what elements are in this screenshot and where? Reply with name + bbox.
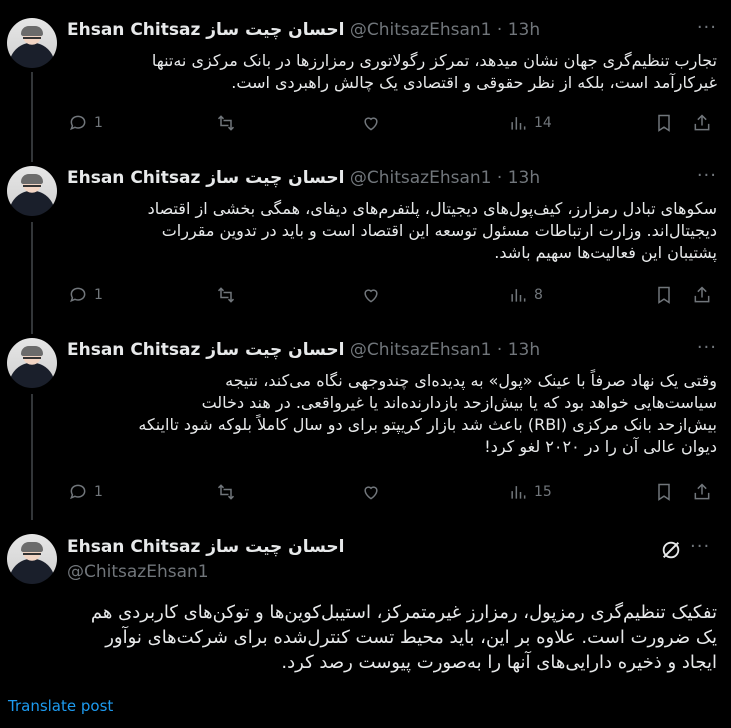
timestamp[interactable]: 13h: [508, 168, 540, 188]
like-button[interactable]: [361, 482, 381, 502]
retweet-button[interactable]: [216, 113, 236, 133]
tweet-text-line: غیرکارآمد است، بلکه از نظر حقوقی و اقتصا…: [231, 73, 717, 92]
tweet-text-line: تجارب تنظیم‌گری جهان نشان میدهد، تمرکز ر…: [151, 51, 717, 70]
retweet-icon: [217, 484, 235, 500]
main-display-name[interactable]: Ehsan Chitsaz احسان چیت ساز: [67, 536, 671, 558]
views-count: 15: [534, 484, 552, 500]
like-button[interactable]: [361, 113, 381, 133]
retweet-button[interactable]: [216, 285, 236, 305]
grok-icon[interactable]: [660, 539, 682, 561]
tweet-text: تجارب تنظیم‌گری جهان نشان میدهد، تمرکز ر…: [67, 50, 717, 94]
share-button[interactable]: [692, 113, 712, 133]
thread-tweet[interactable]: Ehsan Chitsaz احسان چیت ساز @ChitsazEhsa…: [0, 332, 731, 518]
tweet-text: سکوهای تبادل رمزارز، کیف‌پول‌های دیجیتال…: [67, 198, 717, 264]
tweet-header: Ehsan Chitsaz احسان چیت ساز @ChitsazEhsa…: [67, 167, 671, 189]
tweet-text-line: پشتیبان این فعالیت‌ها سهیم باشد.: [494, 243, 717, 262]
tweet-text-line: بیش‌ازحد بانک مرکزی (RBI) باعث شد بازار …: [138, 415, 717, 434]
avatar[interactable]: [7, 534, 57, 584]
bookmark-icon: [658, 483, 670, 501]
reply-button[interactable]: 1: [68, 285, 103, 305]
separator: ·: [496, 168, 503, 188]
tweet-text-line: سیاست‌هایی خواهد بود که یا بیش‌ازحد بازد…: [201, 393, 717, 412]
separator: ·: [496, 340, 503, 360]
bookmark-button[interactable]: [654, 113, 674, 133]
avatar[interactable]: [7, 166, 57, 216]
tweet-text-line: ایجاد و ذخیره دارایی‌های آنها را به‌صورت…: [281, 652, 717, 673]
more-dots-icon[interactable]: ···: [690, 536, 710, 557]
tweet-text: وقتی یک نهاد صرفاً با عینک «پول» به پدید…: [67, 370, 717, 458]
share-button[interactable]: [692, 285, 712, 305]
action-bar: 1 15: [0, 482, 731, 504]
bookmark-button[interactable]: [654, 482, 674, 502]
views-icon: [511, 117, 526, 130]
retweet-icon: [217, 287, 235, 303]
display-name[interactable]: Ehsan Chitsaz احسان چیت ساز: [67, 168, 344, 188]
views-button[interactable]: 14: [508, 113, 552, 133]
tweet-text-line: تفکیک تنظیم‌گری رمزپول، رمزارز غیرمتمرکز…: [90, 602, 717, 623]
display-name[interactable]: Ehsan Chitsaz احسان چیت ساز: [67, 340, 344, 360]
timestamp[interactable]: 13h: [508, 340, 540, 360]
main-tweet-text: تفکیک تنظیم‌گری رمزپول، رمزارز غیرمتمرکز…: [14, 600, 717, 675]
bookmark-icon: [658, 286, 670, 304]
share-icon: [694, 114, 710, 131]
action-bar: 1 8: [0, 285, 731, 307]
user-handle[interactable]: @ChitsazEhsan1: [350, 168, 492, 188]
avatar[interactable]: [7, 338, 57, 388]
more-dots-icon[interactable]: ···: [697, 17, 717, 38]
user-handle[interactable]: @ChitsazEhsan1: [350, 20, 492, 40]
like-button[interactable]: [361, 285, 381, 305]
separator: ·: [496, 20, 503, 40]
views-icon: [511, 289, 526, 302]
tweet-text-line: سکوهای تبادل رمزارز، کیف‌پول‌های دیجیتال…: [147, 199, 717, 218]
user-handle[interactable]: @ChitsazEhsan1: [67, 562, 209, 582]
tweet-header: Ehsan Chitsaz احسان چیت ساز @ChitsazEhsa…: [67, 19, 671, 41]
share-icon: [694, 286, 710, 303]
share-icon: [694, 483, 710, 500]
share-button[interactable]: [692, 482, 712, 502]
retweet-icon: [217, 115, 235, 131]
tweet-text-line: دیجیتال‌اند. وزارت ارتباطات مسئول توسعه …: [161, 221, 717, 240]
reply-icon: [70, 287, 86, 303]
views-icon: [511, 486, 526, 499]
tweet-text-line: وقتی یک نهاد صرفاً با عینک «پول» به پدید…: [225, 371, 717, 390]
timestamp[interactable]: 13h: [508, 20, 540, 40]
reply-count: 1: [94, 287, 103, 303]
like-icon: [364, 117, 378, 131]
more-dots-icon[interactable]: ···: [697, 165, 717, 186]
bookmark-icon: [658, 114, 670, 132]
action-bar: 1 14: [0, 113, 731, 135]
translate-post-link[interactable]: Translate post: [8, 697, 113, 715]
reply-button[interactable]: 1: [68, 482, 103, 502]
user-handle[interactable]: @ChitsazEhsan1: [350, 340, 492, 360]
like-icon: [364, 289, 378, 303]
tweet-text-line: دیوان عالی آن را در ۲۰۲۰ لغو کرد!: [484, 437, 717, 456]
main-handle-line[interactable]: @ChitsazEhsan1: [67, 561, 671, 583]
retweet-button[interactable]: [216, 482, 236, 502]
display-name[interactable]: Ehsan Chitsaz احسان چیت ساز: [67, 20, 344, 40]
avatar[interactable]: [7, 18, 57, 68]
display-name[interactable]: Ehsan Chitsaz احسان چیت ساز: [67, 537, 344, 557]
reply-icon: [70, 484, 86, 500]
more-dots-icon[interactable]: ···: [697, 337, 717, 358]
bookmark-button[interactable]: [654, 285, 674, 305]
views-button[interactable]: 15: [508, 482, 552, 502]
reply-count: 1: [94, 115, 103, 131]
reply-icon: [70, 115, 86, 131]
views-button[interactable]: 8: [508, 285, 543, 305]
like-icon: [364, 486, 378, 500]
tweet-header: Ehsan Chitsaz احسان چیت ساز @ChitsazEhsa…: [67, 339, 671, 361]
tweet-text-line: یک ضرورت است. علاوه بر این، باید محیط تس…: [105, 627, 717, 648]
reply-count: 1: [94, 484, 103, 500]
thread-tweet[interactable]: Ehsan Chitsaz احسان چیت ساز @ChitsazEhsa…: [0, 0, 731, 160]
views-count: 8: [534, 287, 543, 303]
views-count: 14: [534, 115, 552, 131]
thread-tweet[interactable]: Ehsan Chitsaz احسان چیت ساز @ChitsazEhsa…: [0, 160, 731, 332]
reply-button[interactable]: 1: [68, 113, 103, 133]
